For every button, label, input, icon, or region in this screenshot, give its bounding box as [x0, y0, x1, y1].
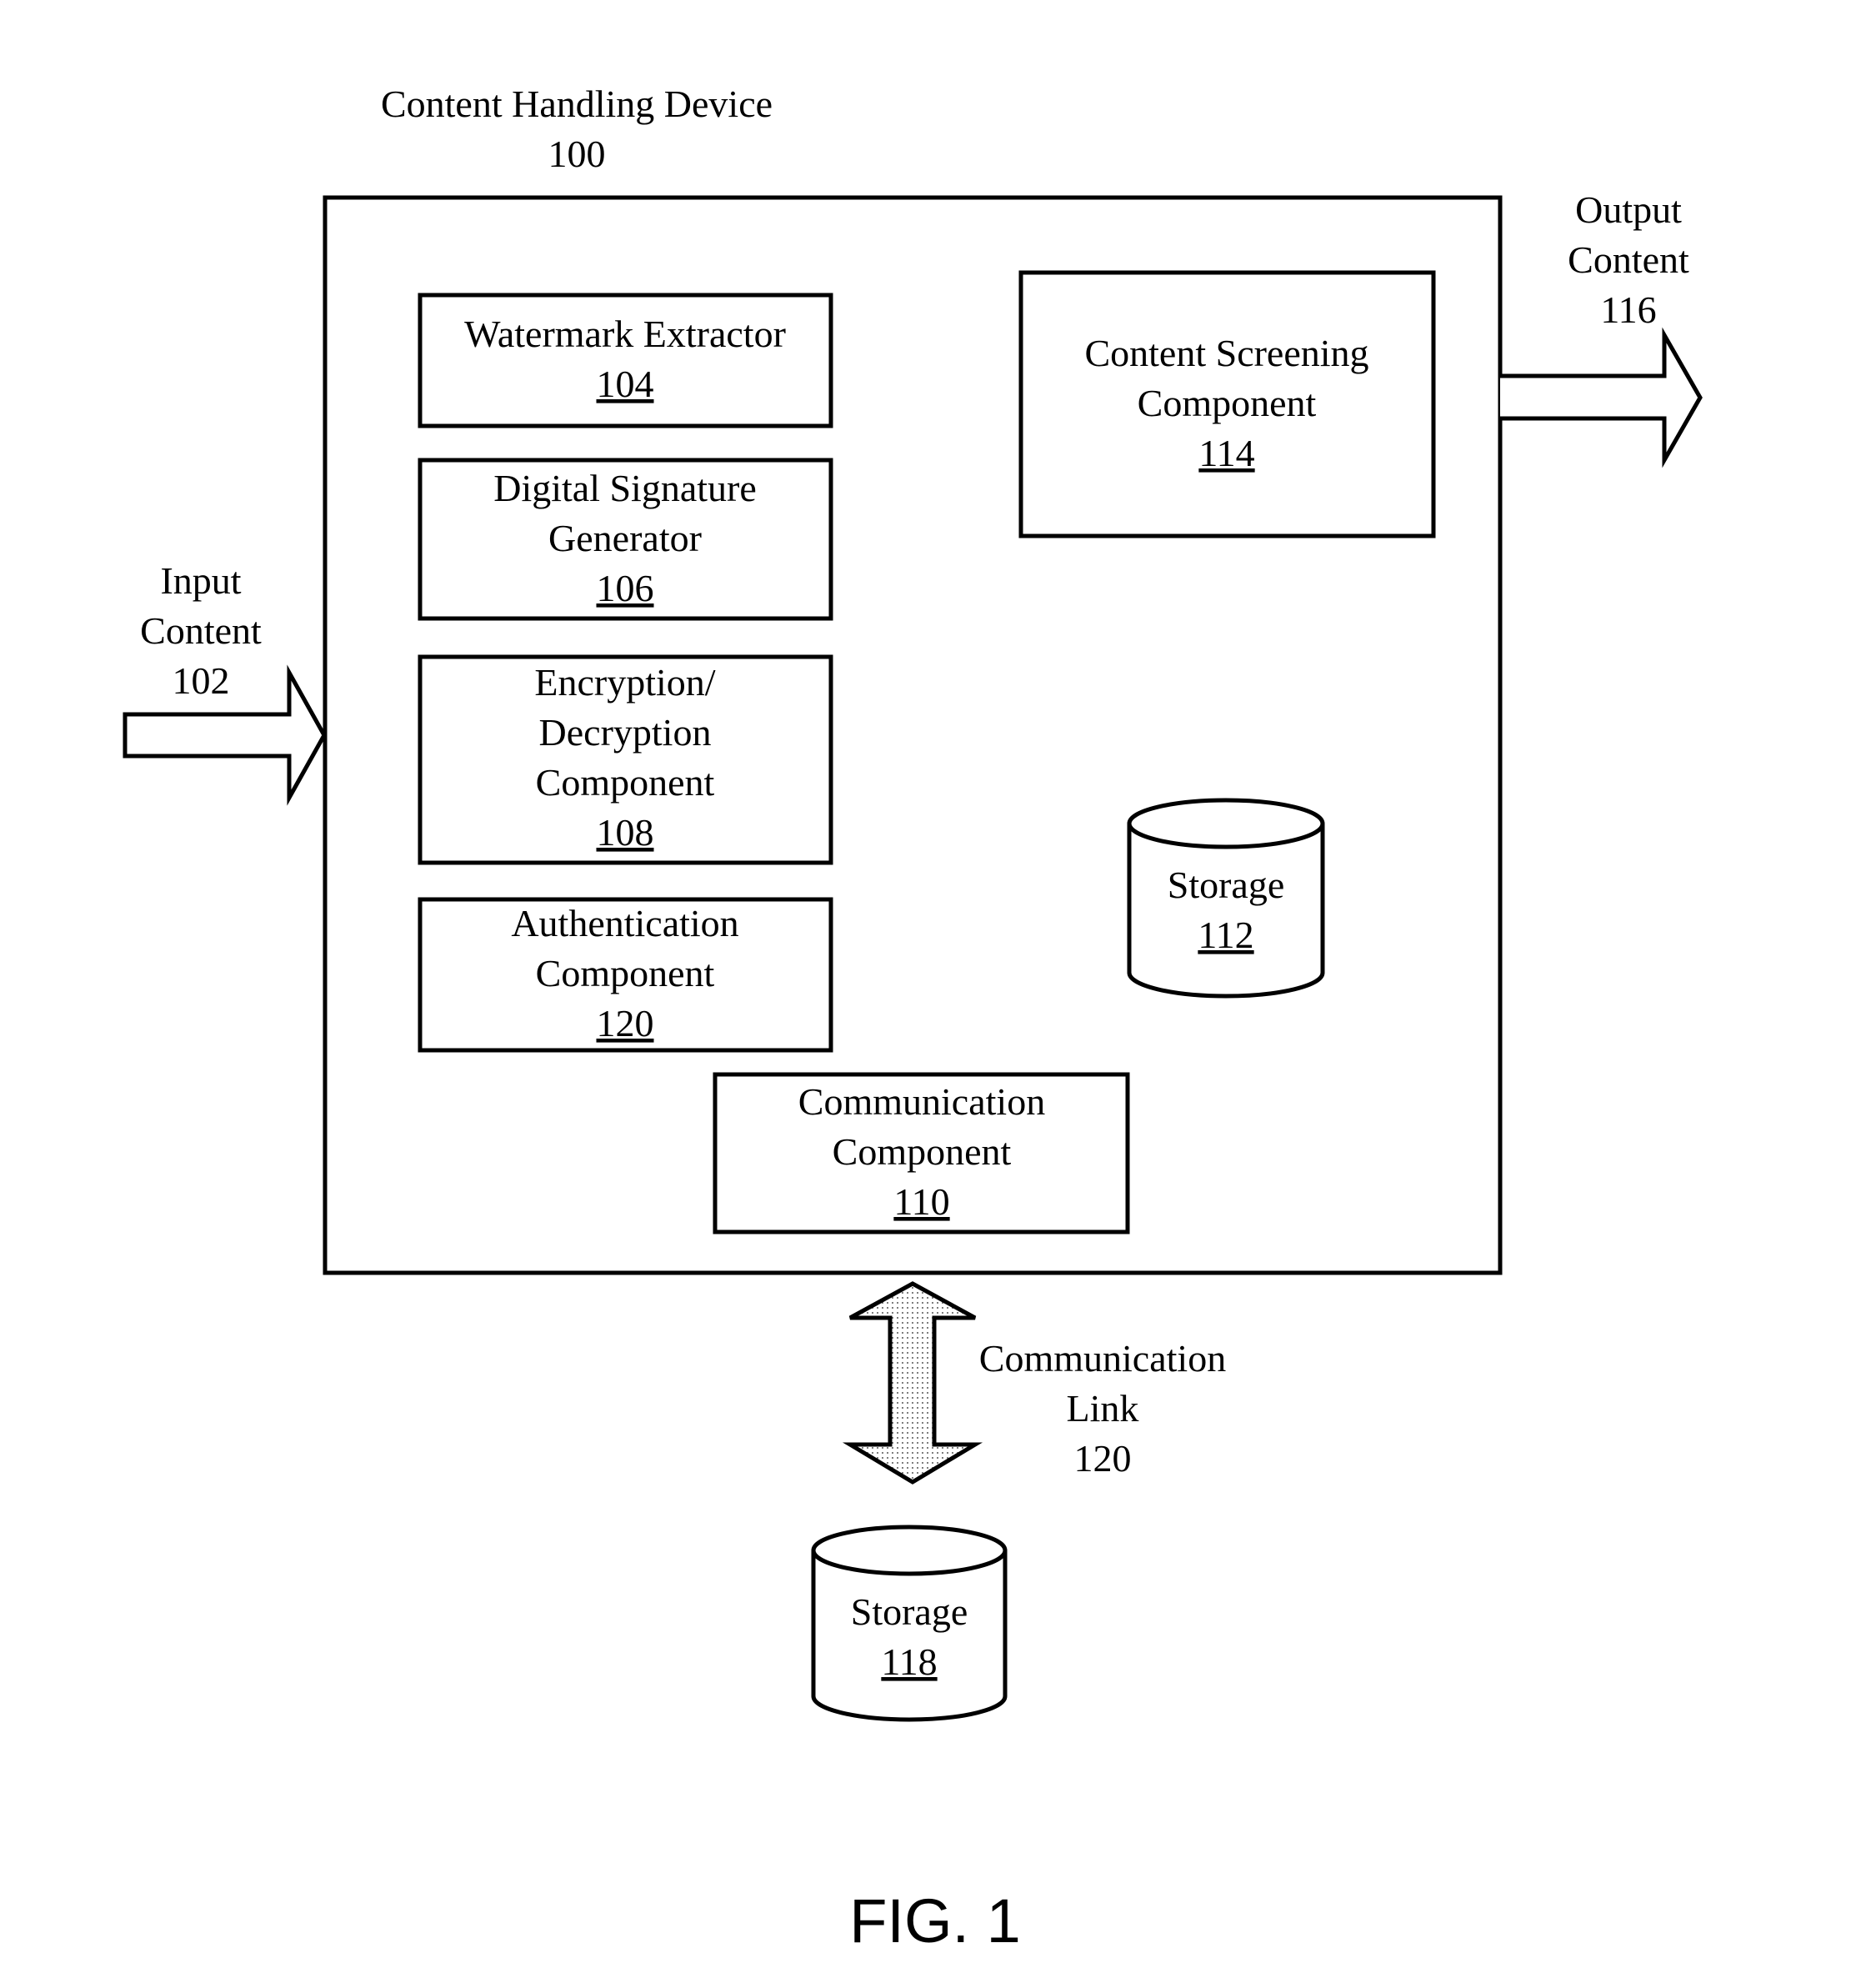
digital-signature-generator-block: Digital Signature Generator 106 [418, 458, 833, 621]
storage-112-label: Storage [1168, 864, 1285, 906]
digital-signature-generator-label-1: Digital Signature [493, 467, 757, 509]
watermark-extractor-label: Watermark Extractor [464, 313, 786, 355]
authentication-component-ref: 120 [597, 1002, 654, 1044]
storage-112-ref: 112 [1198, 914, 1253, 956]
communication-component-block: Communication Component 110 [713, 1072, 1130, 1234]
input-ref: 102 [173, 659, 230, 702]
communication-component-label-2: Component [833, 1130, 1012, 1173]
device-ref: 100 [548, 133, 606, 175]
storage-112-cylinder: Storage 112 [1127, 798, 1325, 999]
encryption-decryption-label-3: Component [536, 761, 715, 804]
storage-118-ref: 118 [881, 1640, 937, 1683]
digital-signature-generator-label-2: Generator [548, 517, 702, 559]
content-screening-ref: 114 [1198, 432, 1254, 474]
storage-118-label: Storage [851, 1590, 968, 1633]
output-label-2: Content [1568, 238, 1689, 281]
communication-link-label-1: Communication [979, 1337, 1226, 1380]
output-content: Output Content 116 [1500, 188, 1703, 468]
storage-112-body [1127, 824, 1325, 999]
content-screening-label-2: Component [1138, 382, 1317, 424]
storage-112-top [1127, 798, 1325, 849]
storage-118-cylinder: Storage 118 [811, 1525, 1008, 1722]
authentication-component-label-1: Authentication [511, 902, 738, 944]
storage-118-top [811, 1525, 1008, 1576]
encryption-decryption-block: Encryption/ Decryption Component 108 [418, 654, 833, 865]
watermark-extractor-ref: 104 [597, 363, 654, 405]
output-label-1: Output [1575, 188, 1682, 231]
output-arrow [1500, 327, 1703, 468]
diagram-canvas: Content Handling Device 100 Watermark Ex… [123, 83, 1703, 1955]
communication-component-ref: 110 [893, 1180, 949, 1223]
watermark-extractor-block: Watermark Extractor 104 [418, 293, 833, 428]
communication-link: Communication Link 120 [842, 1281, 1226, 1485]
input-content: Input Content 102 [123, 559, 327, 806]
digital-signature-generator-ref: 106 [597, 567, 654, 609]
input-label-1: Input [160, 559, 241, 602]
authentication-component-block: Authentication Component 120 [418, 897, 833, 1053]
encryption-decryption-label-1: Encryption/ [534, 661, 715, 704]
encryption-decryption-label-2: Decryption [539, 711, 712, 754]
figure-caption: FIG. 1 [849, 1886, 1021, 1955]
encryption-decryption-ref: 108 [597, 811, 654, 854]
communication-link-label-2: Link [1067, 1387, 1139, 1430]
authentication-component-label-2: Component [536, 952, 715, 994]
communication-link-ref: 120 [1074, 1437, 1132, 1480]
communication-link-arrow [842, 1281, 983, 1485]
input-label-2: Content [140, 609, 262, 652]
communication-component-label-1: Communication [798, 1080, 1045, 1123]
device-title: Content Handling Device 100 [381, 83, 773, 175]
output-ref: 116 [1600, 288, 1656, 331]
content-screening-label-1: Content Screening [1084, 332, 1368, 374]
content-screening-component-block: Content Screening Component 114 [1018, 270, 1436, 538]
device-title-text: Content Handling Device [381, 83, 773, 125]
